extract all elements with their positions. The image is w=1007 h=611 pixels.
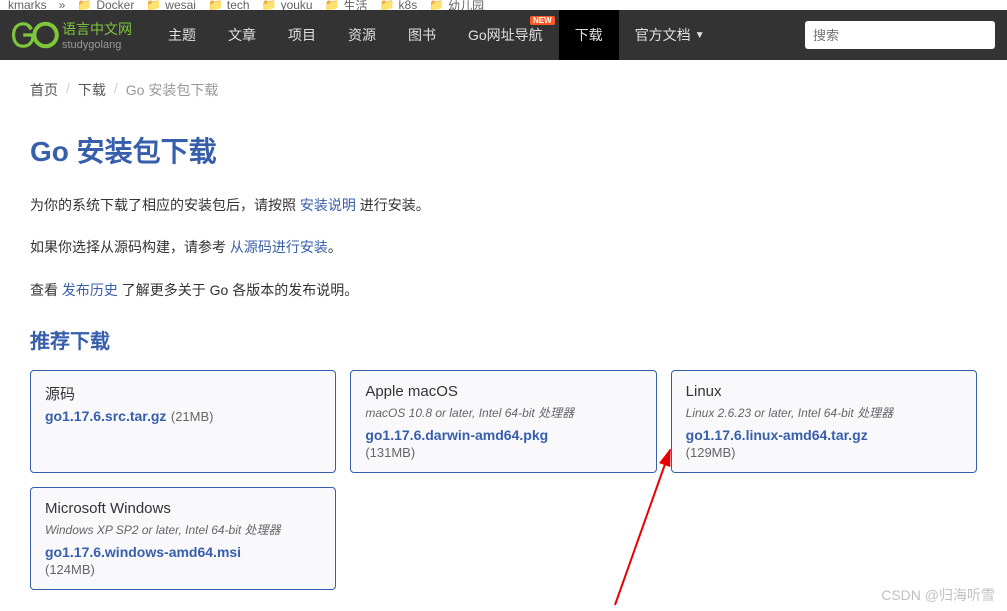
card-size: (129MB) — [686, 445, 962, 460]
logo-subtitle: studygolang — [62, 39, 132, 51]
card-os: Microsoft Windows — [45, 500, 321, 517]
breadcrumb-current: Go 安装包下载 — [126, 80, 219, 100]
card-requirements: Linux 2.6.23 or later, Intel 64-bit 处理器 — [686, 404, 962, 421]
page-title: Go 安装包下载 — [30, 130, 977, 170]
search-input[interactable] — [805, 21, 995, 49]
card-os: 源码 — [45, 383, 321, 404]
folder-icon: 📁 — [380, 0, 395, 10]
nav-item-projects[interactable]: 项目 — [272, 10, 332, 60]
source-install-link[interactable]: 从源码进行安装 — [230, 239, 328, 255]
bookmark-item[interactable]: kmarks — [8, 0, 47, 10]
chevron-down-icon: ▼ — [695, 30, 705, 41]
download-file-link[interactable]: go1.17.6.darwin-amd64.pkg — [365, 427, 548, 443]
download-file-link[interactable]: go1.17.6.linux-amd64.tar.gz — [686, 427, 868, 443]
nav-item-download[interactable]: 下载 — [559, 10, 619, 60]
card-os: Apple macOS — [365, 383, 641, 400]
nav-item-articles[interactable]: 文章 — [212, 10, 272, 60]
bookmark-item[interactable]: 📁Docker — [77, 0, 134, 10]
release-history-link[interactable]: 发布历史 — [62, 282, 118, 298]
card-requirements: macOS 10.8 or later, Intel 64-bit 处理器 — [365, 404, 641, 421]
download-card-linux[interactable]: Linux Linux 2.6.23 or later, Intel 64-bi… — [671, 370, 977, 473]
nav-item-books[interactable]: 图书 — [392, 10, 452, 60]
bookmark-item[interactable]: 📁tech — [208, 0, 250, 10]
card-requirements: Windows XP SP2 or later, Intel 64-bit 处理… — [45, 521, 321, 538]
logo-title: 语言中文网 — [62, 19, 132, 39]
card-size: (124MB) — [45, 562, 321, 577]
bookmark-item[interactable]: 📁wesai — [146, 0, 196, 10]
folder-icon: 📁 — [77, 0, 92, 10]
nav-items: 主题 文章 项目 资源 图书 Go网址导航NEW 下载 官方文档▼ — [152, 10, 721, 60]
download-card-windows[interactable]: Microsoft Windows Windows XP SP2 or late… — [30, 487, 336, 590]
breadcrumb-home[interactable]: 首页 — [30, 80, 58, 100]
install-instructions-link[interactable]: 安装说明 — [300, 197, 356, 213]
go-logo-icon — [12, 20, 60, 50]
card-size: (21MB) — [171, 409, 214, 424]
folder-icon: 📁 — [429, 0, 444, 10]
card-size: (131MB) — [365, 445, 641, 460]
download-card-source[interactable]: 源码 go1.17.6.src.tar.gz (21MB) — [30, 370, 336, 473]
bookmark-item[interactable]: 📁幼儿园 — [429, 0, 484, 10]
card-os: Linux — [686, 383, 962, 400]
intro-paragraph: 查看 发布历史 了解更多关于 Go 各版本的发布说明。 — [30, 279, 977, 301]
recommended-title: 推荐下载 — [30, 325, 977, 354]
nav-item-topics[interactable]: 主题 — [152, 10, 212, 60]
breadcrumb: 首页 / 下载 / Go 安装包下载 — [30, 80, 977, 100]
folder-icon: 📁 — [208, 0, 223, 10]
folder-icon: 📁 — [146, 0, 161, 10]
intro-paragraph: 如果你选择从源码构建，请参考 从源码进行安装。 — [30, 236, 977, 258]
download-file-link[interactable]: go1.17.6.src.tar.gz — [45, 408, 166, 424]
bookmark-item[interactable]: 📁生活 — [325, 0, 368, 10]
bookmark-item[interactable]: 📁youku — [262, 0, 313, 10]
download-file-link[interactable]: go1.17.6.windows-amd64.msi — [45, 544, 241, 560]
main-content: 首页 / 下载 / Go 安装包下载 Go 安装包下载 为你的系统下载了相应的安… — [0, 60, 1007, 610]
logo[interactable]: 语言中文网 studygolang — [12, 19, 132, 51]
folder-icon: 📁 — [325, 0, 340, 10]
download-card-macos[interactable]: Apple macOS macOS 10.8 or later, Intel 6… — [350, 370, 656, 473]
navbar: 语言中文网 studygolang 主题 文章 项目 资源 图书 Go网址导航N… — [0, 10, 1007, 60]
bookmarks-bar: kmarks » 📁Docker 📁wesai 📁tech 📁youku 📁生活… — [0, 0, 1007, 10]
nav-item-docs[interactable]: 官方文档▼ — [619, 10, 721, 60]
folder-icon: 📁 — [262, 0, 277, 10]
new-badge: NEW — [530, 16, 555, 25]
breadcrumb-separator: / — [66, 80, 70, 100]
nav-item-resources[interactable]: 资源 — [332, 10, 392, 60]
intro-paragraph: 为你的系统下载了相应的安装包后，请按照 安装说明 进行安装。 — [30, 194, 977, 216]
bookmark-item[interactable]: 📁k8s — [380, 0, 418, 10]
nav-item-url-nav[interactable]: Go网址导航NEW — [452, 10, 559, 60]
breadcrumb-separator: / — [114, 80, 118, 100]
breadcrumb-download[interactable]: 下载 — [78, 80, 106, 100]
chevron-right-icon: » — [59, 0, 66, 10]
